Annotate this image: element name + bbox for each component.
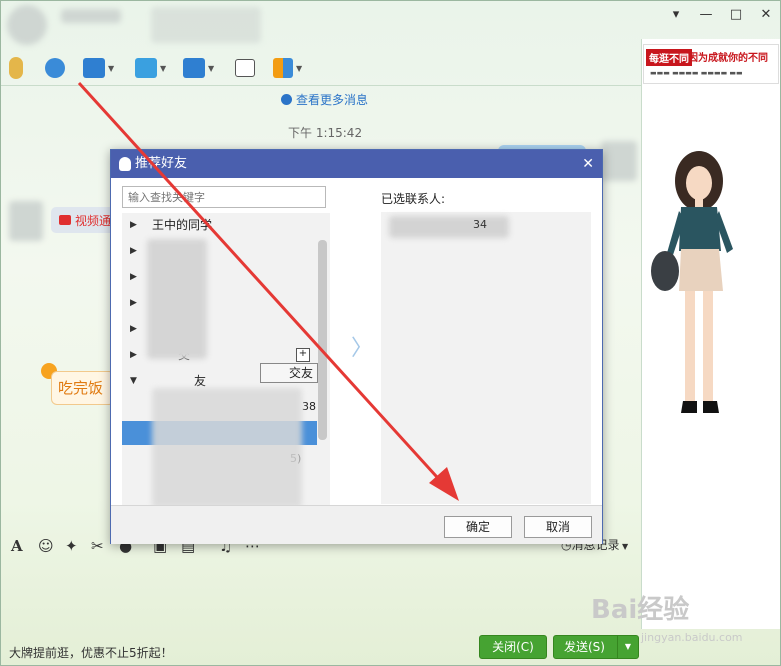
dialog-title: 推荐好友 <box>135 156 188 171</box>
folder-arrow-icon <box>135 58 157 78</box>
chevron-down-icon[interactable]: ▼ <box>108 64 114 73</box>
chevron-down-icon[interactable]: ▼ <box>208 64 214 73</box>
blurred-group-names <box>147 239 207 359</box>
close-button[interactable]: 关闭(C) <box>479 635 547 659</box>
my-avatar[interactable] <box>601 141 637 181</box>
send-file-button[interactable]: ▼ <box>135 55 166 81</box>
minimize-icon[interactable]: — <box>695 7 717 22</box>
contact-label-fragment: 38 <box>302 400 316 413</box>
transfer-arrow-icon[interactable]: 〉 <box>351 330 373 362</box>
toolbar-divider <box>1 85 641 86</box>
meal-message-text: 吃完饭 <box>58 379 104 397</box>
group-label: 王中的同学 <box>152 218 213 232</box>
ad-banner[interactable]: 每逛不同 因为成就你的不同 ▬▬▬ ▬▬▬▬ ▬▬▬▬ ▬▬ <box>643 44 779 84</box>
friend-search-input[interactable] <box>122 186 326 208</box>
contact-name-blur <box>61 9 121 23</box>
send-button-label: 发送(S) <box>564 640 605 654</box>
meal-message-bubble: 吃完饭 <box>51 371 115 405</box>
dialog-close-icon[interactable]: ✕ <box>582 150 594 178</box>
apps-grid-icon <box>273 58 293 78</box>
recommend-friend-dialog: 推荐好友 ✕ ▶ 王中的同学 ▶ ▶ ▶ ▶ 友 <box>110 149 603 544</box>
expand-arrow-icon[interactable]: ▶ <box>130 291 137 315</box>
chevron-down-icon[interactable]: ▼ <box>160 64 166 73</box>
message-timestamp: 下午 1:15:42 <box>288 126 363 140</box>
promo-link[interactable]: 大牌提前逛，优惠不止5折起！ <box>9 644 173 661</box>
ad-subtext: ▬▬▬ ▬▬▬▬ ▬▬▬▬ ▬▬ <box>650 69 743 77</box>
expand-arrow-icon[interactable]: ▶ <box>130 265 137 289</box>
qq-penguin-icon <box>119 157 131 171</box>
ok-button[interactable]: 确定 <box>444 516 512 538</box>
menu-dropdown-icon[interactable]: ▾ <box>665 7 687 22</box>
title-bar <box>1 1 641 49</box>
selected-contacts-title: 已选联系人: <box>381 192 446 206</box>
qq-chat-window: ▾ — □ ✕ ▼ ▼ ▼ ▼ 查看更多消息 下午 1:15:42 视频通 吃完… <box>0 0 781 666</box>
video-message-bubble[interactable]: 视频通 <box>51 207 117 233</box>
watermark-url: jingyan.baidu.com <box>641 631 743 644</box>
remote-desktop-button[interactable]: ▼ <box>83 55 114 81</box>
screen-share-button[interactable]: ▼ <box>183 55 214 81</box>
sender-avatar[interactable] <box>9 201 43 241</box>
blurred-contact-names <box>152 388 302 505</box>
add-friend-button[interactable]: 交友 <box>260 363 318 383</box>
contact-show-avatar[interactable] <box>651 141 751 431</box>
maximize-icon[interactable]: □ <box>725 7 747 22</box>
screenshot-icon[interactable]: ✂ <box>91 537 104 555</box>
chat-toolbar: ▼ ▼ ▼ ▼ <box>1 51 641 85</box>
apps-button[interactable]: ▼ <box>273 55 302 81</box>
close-icon[interactable]: ✕ <box>755 7 777 22</box>
view-more-messages-label: 查看更多消息 <box>296 93 369 107</box>
expand-arrow-icon[interactable]: ▶ <box>130 317 137 341</box>
cancel-button[interactable]: 取消 <box>524 516 592 538</box>
video-message-text: 视频通 <box>75 213 112 228</box>
font-icon[interactable]: A <box>11 537 23 555</box>
baidu-watermark: Bai经验 <box>591 595 690 625</box>
add-icon[interactable]: + <box>296 348 310 362</box>
microphone-icon <box>9 57 23 79</box>
screen-share-icon <box>183 58 205 78</box>
chevron-down-icon: ▼ <box>619 542 629 551</box>
voice-call-button[interactable] <box>9 55 23 81</box>
selected-contact-fragment[interactable]: 34 <box>473 218 487 231</box>
clock-icon <box>281 94 292 105</box>
video-camera-icon <box>59 215 71 225</box>
ad-slogan: 因为成就你的不同 <box>688 53 768 64</box>
new-discussion-button[interactable] <box>235 55 255 81</box>
monitor-chart-icon <box>83 58 105 78</box>
contact-status-blur <box>151 7 261 43</box>
selected-contact-blur <box>389 216 509 238</box>
dialog-footer: 确定 取消 <box>111 505 602 544</box>
collapse-arrow-icon[interactable]: ▼ <box>130 369 137 393</box>
chevron-down-icon[interactable]: ▼ <box>296 64 302 73</box>
selected-contacts-list: 34 <box>381 212 591 504</box>
view-more-messages-link[interactable]: 查看更多消息 <box>281 91 368 108</box>
webcam-icon <box>45 58 65 78</box>
dialog-title-bar[interactable]: 推荐好友 ✕ <box>111 150 602 178</box>
expand-arrow-icon[interactable]: ▶ <box>130 239 137 263</box>
expand-arrow-icon[interactable]: ▶ <box>130 343 137 367</box>
emoji-icon[interactable]: ☺ <box>38 537 54 555</box>
tree-scrollbar[interactable] <box>318 240 327 440</box>
send-button[interactable]: 发送(S) ▼ <box>553 635 639 659</box>
group-row[interactable]: ▶ 王中的同学 <box>122 213 317 237</box>
magic-wand-icon[interactable]: ✦ <box>65 537 78 555</box>
expand-arrow-icon[interactable]: ▶ <box>130 213 137 237</box>
contact-avatar[interactable] <box>7 5 47 45</box>
video-call-button[interactable] <box>45 55 65 81</box>
chevron-down-icon[interactable]: ▼ <box>617 636 638 658</box>
ad-tag: 每逛不同 <box>646 49 692 66</box>
chat-add-icon <box>235 59 255 77</box>
